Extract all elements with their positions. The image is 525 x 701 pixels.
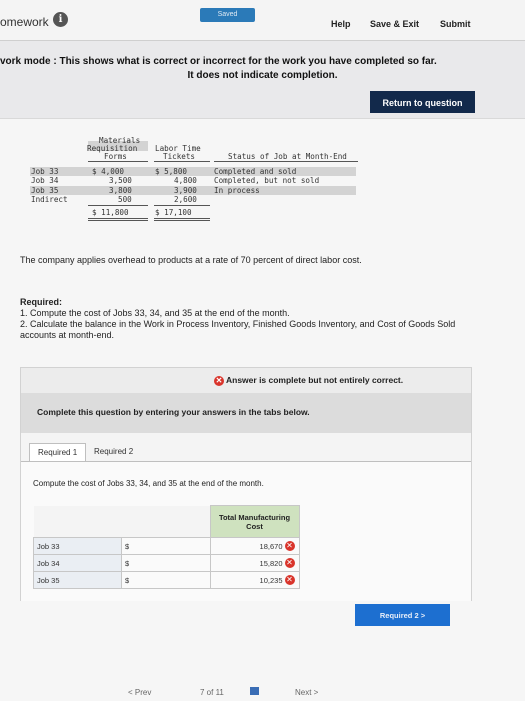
tab-required-1[interactable]: Required 1 xyxy=(29,443,87,462)
tabs-area: Required 1 Required 2 Compute the cost o… xyxy=(21,433,471,601)
required-section: Required: 1. Compute the cost of Jobs 33… xyxy=(20,297,490,341)
status-header: Status of Job at Month-End xyxy=(228,152,347,161)
check-mode-message: vork mode : This shows what is correct o… xyxy=(0,55,525,83)
required-item-2: 2. Calculate the balance in the Work in … xyxy=(20,319,456,340)
row-labor: 3,900 xyxy=(174,186,197,195)
required-title: Required: xyxy=(20,297,63,307)
job-cost-table: Total Manufacturing Cost Job 33 $ 18,670… xyxy=(33,505,300,589)
grid-icon[interactable] xyxy=(250,687,259,695)
row-label: Job 33 xyxy=(31,167,59,176)
instruction-text: Complete this question by entering your … xyxy=(37,407,310,417)
job-label: Job 34 xyxy=(33,554,122,572)
answer-panel: ✕ Answer is complete but not entirely cor… xyxy=(20,367,472,601)
row-label: Indirect xyxy=(31,195,68,204)
return-to-question-button[interactable]: Return to question xyxy=(370,91,475,113)
required-item-1: 1. Compute the cost of Jobs 33, 34, and … xyxy=(20,308,290,318)
cost-value: 10,235 xyxy=(259,575,283,585)
answer-status: ✕ Answer is complete but not entirely cor… xyxy=(214,375,403,386)
job-label: Job 33 xyxy=(33,537,122,555)
row-labor: 4,800 xyxy=(174,176,197,185)
currency-symbol: $ xyxy=(121,571,211,589)
tab-content: Compute the cost of Jobs 33, 34, and 35 … xyxy=(21,461,471,601)
instruction-band: Complete this question by entering your … xyxy=(21,393,471,433)
brand-title: omework xyxy=(0,15,49,29)
row-labor: 2,600 xyxy=(174,195,197,204)
cost-input[interactable]: 10,235 ✕ xyxy=(209,571,300,589)
table-row: Job 33 $ 18,670 ✕ xyxy=(33,537,300,555)
row-status: Completed, but not sold xyxy=(214,176,320,185)
row-materials: 3,800 xyxy=(109,186,132,195)
total-materials: $ 11,800 xyxy=(92,208,129,217)
cost-input[interactable]: 15,820 ✕ xyxy=(209,554,300,572)
incorrect-icon: ✕ xyxy=(214,375,224,386)
total-labor: $ 17,100 xyxy=(155,208,192,217)
table-row: Job 34 $ 15,820 ✕ xyxy=(33,554,300,572)
submit-link[interactable]: Submit xyxy=(440,19,471,29)
cost-value: 15,820 xyxy=(259,558,283,568)
row-band-job-33 xyxy=(30,167,356,176)
total-manufacturing-cost-header: Total Manufacturing Cost xyxy=(209,505,300,538)
row-label: Job 34 xyxy=(31,176,59,185)
row-status: Completed and sold xyxy=(214,167,297,176)
incorrect-icon: ✕ xyxy=(284,541,295,551)
incorrect-icon: ✕ xyxy=(284,575,295,585)
cost-input[interactable]: 18,670 ✕ xyxy=(209,537,300,555)
row-label: Job 35 xyxy=(31,186,59,195)
labor-header-2: Tickets xyxy=(163,152,196,161)
table-row: Job 35 $ 10,235 ✕ xyxy=(33,571,300,589)
materials-header-3: Forms xyxy=(104,152,127,161)
saved-badge: Saved xyxy=(200,8,255,22)
next-tab-required-2-button[interactable]: Required 2 > xyxy=(355,604,450,626)
answer-status-text: Answer is complete but not entirely corr… xyxy=(226,375,404,385)
job-label: Job 35 xyxy=(33,571,122,589)
mode-message-line-2: It does not indicate completion. xyxy=(187,70,338,81)
prev-button[interactable]: < Prev xyxy=(128,688,151,697)
help-link[interactable]: Help xyxy=(331,19,351,29)
next-button[interactable]: Next > xyxy=(295,688,318,697)
save-exit-link[interactable]: Save & Exit xyxy=(370,19,419,29)
incorrect-icon: ✕ xyxy=(284,558,295,568)
row-status: In process xyxy=(214,186,260,195)
row-materials: $ 4,000 xyxy=(92,167,125,176)
row-labor: $ 5,800 xyxy=(155,167,188,176)
overhead-rate-text: The company applies overhead to products… xyxy=(20,255,362,265)
bottom-navigation: < Prev 7 of 11 Next > xyxy=(0,687,525,700)
mode-message-line-1: vork mode : This shows what is correct o… xyxy=(0,56,437,67)
currency-symbol: $ xyxy=(121,554,211,572)
currency-symbol: $ xyxy=(121,537,211,555)
cost-value: 18,670 xyxy=(259,541,283,551)
tab-required-2[interactable]: Required 2 xyxy=(86,443,141,461)
top-bar: omework i Saved Help Save & Exit Submit xyxy=(0,0,525,41)
row-materials: 3,500 xyxy=(109,176,132,185)
compute-prompt: Compute the cost of Jobs 33, 34, and 35 … xyxy=(33,479,264,488)
page-indicator: 7 of 11 xyxy=(200,688,224,697)
info-icon[interactable]: i xyxy=(53,12,68,27)
row-materials: 500 xyxy=(118,195,132,204)
